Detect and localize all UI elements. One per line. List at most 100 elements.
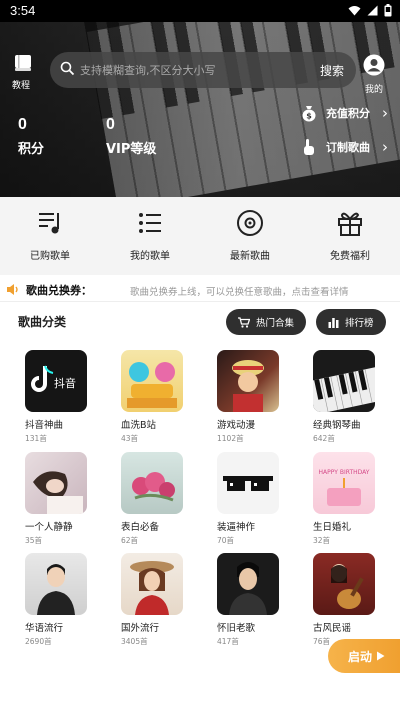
birthday-cake-image: HAPPY BIRTHDAY <box>319 469 370 506</box>
cover-oldies <box>217 553 279 615</box>
start-label: 启动 <box>348 649 373 664</box>
cover-western-pop <box>121 553 183 615</box>
category-name: 经典钢琴曲 <box>313 420 361 431</box>
points-value: 0 <box>18 116 27 133</box>
ranking-label: 排行榜 <box>345 318 374 329</box>
category-name: 血洗B站 <box>121 420 157 431</box>
points-stat[interactable]: 0 积分 <box>18 114 44 157</box>
cover-anime-game <box>217 350 279 412</box>
guitar-player-image <box>331 564 364 609</box>
search-input[interactable]: 支持模糊查询,不区分大小写 <box>80 62 216 78</box>
singer-photo-image <box>130 561 174 615</box>
anime-character-image <box>232 360 264 412</box>
category-count: 62首 <box>121 536 139 545</box>
quick-purchased-list[interactable]: 已购歌单 <box>0 197 100 275</box>
wifi-icon <box>348 6 361 16</box>
category-tile[interactable]: 抖音 抖音神曲 131首 <box>25 350 87 444</box>
hot-collection-button[interactable]: 热门合集 <box>226 309 307 335</box>
vip-value: 0 <box>106 116 115 133</box>
status-icons <box>348 4 392 17</box>
hero-banner: 教程 支持模糊查询,不区分大小写 搜索 我的 0 积分 0 VIP等级 $ 充值… <box>0 22 400 197</box>
tutorial-button[interactable]: 教程 <box>10 54 36 91</box>
cover-douyin: 抖音 <box>25 350 87 412</box>
piano-keys-image <box>313 365 375 412</box>
category-name: 一个人静静 <box>25 522 73 533</box>
category-name: 表白必备 <box>121 522 160 533</box>
recharge-link[interactable]: $ 充值积分 › <box>300 104 388 122</box>
cover-alone-girl <box>25 452 87 514</box>
category-name: 装逼神作 <box>217 522 256 533</box>
category-tile[interactable]: HAPPY BIRTHDAY 生日婚礼 32首 <box>313 452 375 546</box>
category-name: 国外流行 <box>121 623 160 634</box>
douyin-logo-icon: 抖音 <box>31 365 76 392</box>
notice-bar[interactable]: 歌曲兑换券： 歌曲兑换券上线，可以兑换任意歌曲，点击查看详情 <box>0 278 400 302</box>
chevron-right-icon: › <box>382 104 388 122</box>
category-count: 70首 <box>217 536 235 545</box>
category-count: 642首 <box>313 434 335 443</box>
douyin-logo-text: 抖音 <box>54 376 76 390</box>
quick-label: 最新歌曲 <box>230 251 270 262</box>
avatar-icon <box>363 54 385 76</box>
category-name: 华语流行 <box>25 623 64 634</box>
start-button[interactable]: 启动 <box>328 639 400 673</box>
chevron-right-icon: › <box>382 138 388 156</box>
purchased-list-icon <box>39 213 59 234</box>
category-count: 417首 <box>217 637 239 646</box>
category-count: 131首 <box>25 434 47 443</box>
play-triangle-icon <box>377 651 385 661</box>
category-name: 古风民谣 <box>313 623 352 634</box>
quick-actions: 已购歌单 我的歌单 最新歌曲 免费福利 <box>0 197 400 275</box>
search-bar[interactable]: 支持模糊查询,不区分大小写 搜索 <box>50 52 356 88</box>
category-tile[interactable]: 华语流行 2690首 <box>25 553 87 647</box>
signal-icon <box>367 5 378 16</box>
status-bar: 3:54 <box>0 0 400 22</box>
cover-sunglasses <box>217 452 279 514</box>
tutorial-label: 教程 <box>11 81 30 91</box>
girl-photo-image <box>33 471 83 514</box>
category-tile[interactable]: 游戏动漫 1102首 <box>217 350 279 444</box>
category-tile[interactable]: 怀旧老歌 417首 <box>217 553 279 647</box>
money-bag-icon: $ <box>302 106 316 122</box>
quick-new-songs[interactable]: 最新歌曲 <box>200 197 300 275</box>
category-name: 生日婚礼 <box>313 522 352 533</box>
cover-folk <box>313 553 375 615</box>
category-count: 1102首 <box>217 434 244 443</box>
quick-free-benefits[interactable]: 免费福利 <box>300 197 400 275</box>
search-button[interactable]: 搜索 <box>320 62 344 79</box>
gift-icon <box>338 212 362 236</box>
bar-chart-icon <box>328 317 339 328</box>
pixel-sunglasses-icon <box>223 476 273 491</box>
search-icon <box>60 61 75 76</box>
category-tile[interactable]: 血洗B站 43首 <box>121 350 183 444</box>
category-tile[interactable]: 国外流行 3405首 <box>121 553 183 647</box>
notice-title: 歌曲兑换券： <box>26 284 92 297</box>
category-tile[interactable]: 经典钢琴曲 642首 <box>313 350 375 444</box>
cover-birthday: HAPPY BIRTHDAY <box>313 452 375 514</box>
category-tile[interactable]: 一个人静静 35首 <box>25 452 87 546</box>
roses-image <box>132 472 175 502</box>
category-header: 歌曲分类 热门合集 排行榜 <box>0 306 400 338</box>
category-name: 怀旧老歌 <box>217 623 256 634</box>
category-tile[interactable]: 装逼神作 70首 <box>217 452 279 546</box>
quick-label: 我的歌单 <box>130 251 170 262</box>
birthday-banner-text: HAPPY BIRTHDAY <box>319 469 370 476</box>
category-tile[interactable]: 表白必备 62首 <box>121 452 183 546</box>
me-button[interactable]: 我的 <box>360 54 388 95</box>
anime-art-image <box>127 362 177 408</box>
vip-stat[interactable]: 0 VIP等级 <box>106 114 156 157</box>
custom-song-link[interactable]: 订制歌曲 › <box>300 138 388 156</box>
quick-label: 免费福利 <box>330 251 370 262</box>
category-count: 2690首 <box>25 637 52 646</box>
vip-label: VIP等级 <box>106 142 157 157</box>
points-label: 积分 <box>18 142 45 157</box>
ranking-button[interactable]: 排行榜 <box>316 309 386 335</box>
status-time: 3:54 <box>10 3 36 18</box>
svg-text:$: $ <box>306 112 312 121</box>
quick-my-list[interactable]: 我的歌单 <box>100 197 200 275</box>
speaker-icon <box>7 284 18 295</box>
battery-icon <box>384 4 392 17</box>
category-tile[interactable]: 古风民谣 76首 <box>313 553 375 647</box>
category-count: 35首 <box>25 536 43 545</box>
custom-song-label: 订制歌曲 <box>326 141 370 154</box>
category-count: 43首 <box>121 434 139 443</box>
